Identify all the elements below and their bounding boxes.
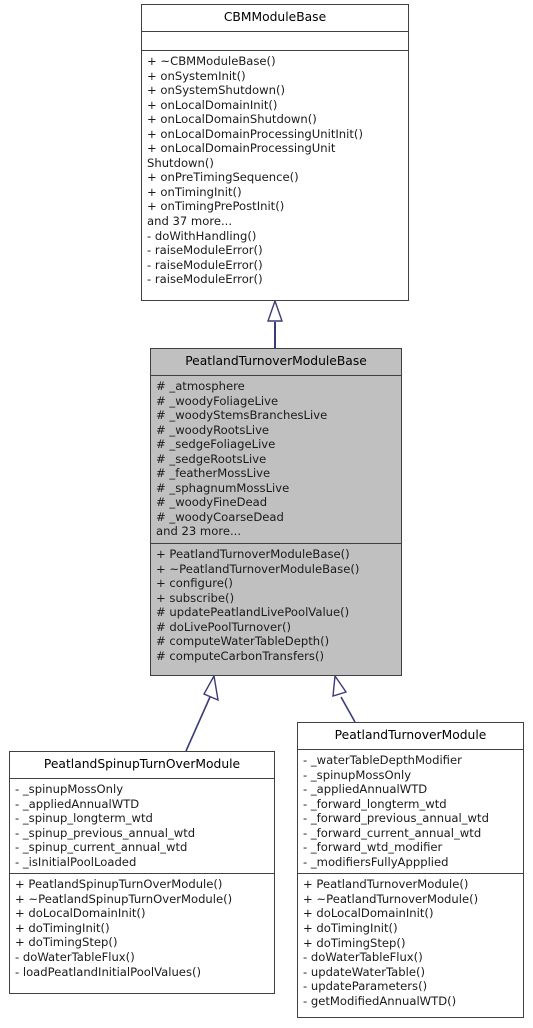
class-methods-cbmmodulebase: + ~CBMModuleBase() + onSystemInit() + on… (142, 51, 408, 291)
class-member: and 23 more... (156, 524, 242, 539)
class-member: + onTimingInit() (147, 184, 242, 199)
class-member: - doWaterTableFlux() (15, 950, 135, 965)
class-member: # computeCarbonTransfers() (156, 648, 325, 663)
class-member: + doLocalDomainInit() (303, 906, 434, 921)
class-member: + onLocalDomainProcessingUnit Shutdown() (147, 141, 336, 170)
class-member: + configure() (156, 576, 233, 591)
class-member: - _waterTableDepthModifier (303, 753, 462, 767)
class-member: # _featherMossLive (156, 466, 271, 481)
class-member: - _spinup_previous_annual_wtd (15, 825, 196, 840)
class-attributes-peatlandturnovermodule: - _waterTableDepthModifier - _spinupMoss… (298, 750, 523, 875)
class-member: - getModifiedAnnualWTD() (303, 993, 457, 1008)
class-member: + onSystemShutdown() (147, 83, 286, 98)
class-member: - _modifiersFullyAppplied (303, 854, 449, 869)
class-member: - _spinup_current_annual_wtd (15, 840, 188, 855)
class-member: + PeatlandTurnoverModule() (303, 877, 469, 892)
edge-peatlandturnovermodulebase-peatlandspinupturnovermodule (185, 673, 219, 752)
class-member: - _appliedAnnualWTD (303, 782, 428, 797)
class-member: - _spinup_longterm_wtd (15, 811, 153, 826)
edge-cbmmodulebase-peatlandturnovermodulebase (267, 298, 283, 348)
class-member: + subscribe() (156, 590, 235, 605)
class-member: # _woodyFineDead (156, 495, 268, 510)
class-node-peatlandturnovermodulebase[interactable]: PeatlandTurnoverModuleBase # _atmosphere… (150, 348, 402, 676)
class-member: # _sedgeFoliageLive (156, 437, 276, 452)
class-member: + ~PeatlandSpinupTurnOverModule() (15, 891, 233, 906)
class-node-peatlandspinupturnovermodule[interactable]: PeatlandSpinupTurnOverModule - _spinupMo… (9, 751, 275, 994)
class-member: - _spinupMossOnly (15, 782, 124, 796)
class-member: # _sphagnumMossLive (156, 480, 290, 495)
class-attributes-cbmmodulebase (142, 32, 408, 51)
class-member: and 37 more... (147, 214, 233, 229)
class-member: + onTimingPrePostInit() (147, 199, 285, 214)
class-member: - _forward_wtd_modifier (303, 840, 443, 855)
class-member: + doTimingInit() (15, 920, 110, 935)
class-methods-peatlandturnovermodulebase: + PeatlandTurnoverModuleBase() + ~Peatla… (151, 544, 401, 667)
class-attributes-peatlandspinupturnovermodule: - _spinupMossOnly - _appliedAnnualWTD - … (10, 779, 274, 875)
class-member: # _woodyFoliageLive (156, 393, 279, 408)
class-member: + onLocalDomainProcessingUnitInit() (147, 126, 363, 141)
class-member: - _forward_current_annual_wtd (303, 825, 482, 840)
class-member: - doWithHandling() (147, 228, 257, 243)
class-title-peatlandturnovermodule: PeatlandTurnoverModule (298, 723, 523, 750)
class-member: + doLocalDomainInit() (15, 906, 146, 921)
class-member: + ~PeatlandTurnoverModule() (303, 891, 479, 906)
class-methods-peatlandturnovermodule: + PeatlandTurnoverModule() + ~PeatlandTu… (298, 874, 523, 1012)
diagram-canvas: CBMModuleBase + ~CBMModuleBase() + onSys… (0, 0, 533, 1028)
class-member: - updateWaterTable() (303, 964, 426, 979)
edge-peatlandturnovermodulebase-peatlandturnovermodule (332, 674, 356, 723)
class-member: - loadPeatlandInitialPoolValues() (15, 964, 202, 979)
class-member: - raiseModuleError() (147, 257, 263, 272)
class-title-peatlandturnovermodulebase: PeatlandTurnoverModuleBase (151, 349, 401, 376)
class-node-cbmmodulebase[interactable]: CBMModuleBase + ~CBMModuleBase() + onSys… (141, 4, 409, 301)
class-member: + onLocalDomainInit() (147, 97, 278, 112)
class-member: # computeWaterTableDepth() (156, 634, 330, 649)
class-member: - raiseModuleError() (147, 272, 263, 287)
class-member: + ~PeatlandTurnoverModuleBase() (156, 561, 360, 576)
class-member: # _woodyStemsBranchesLive (156, 408, 328, 423)
class-attributes-peatlandturnovermodulebase: # _atmosphere # _woodyFoliageLive # _woo… (151, 376, 401, 545)
class-member: + doTimingStep() (15, 935, 118, 950)
class-member: + PeatlandSpinupTurnOverModule() (15, 877, 223, 892)
class-member: # _sedgeRootsLive (156, 451, 267, 466)
class-member: # _woodyCoarseDead (156, 509, 284, 524)
class-member: - updateParameters() (303, 979, 428, 994)
class-member: - raiseModuleError() (147, 243, 263, 258)
class-methods-peatlandspinupturnovermodule: + PeatlandSpinupTurnOverModule() + ~Peat… (10, 874, 274, 983)
class-member: + doTimingInit() (303, 921, 398, 936)
class-member: - doWaterTableFlux() (303, 950, 423, 965)
class-member: # doLivePoolTurnover() (156, 619, 291, 634)
class-title-cbmmodulebase: CBMModuleBase (142, 5, 408, 32)
class-member: - _isInitialPoolLoaded (15, 854, 137, 869)
class-member: + onLocalDomainShutdown() (147, 112, 317, 127)
class-member: + onSystemInit() (147, 68, 246, 83)
class-member: - _forward_longterm_wtd (303, 796, 447, 811)
class-member: # _woodyRootsLive (156, 422, 270, 437)
class-member: + PeatlandTurnoverModuleBase() (156, 547, 350, 562)
class-title-peatlandspinupturnovermodule: PeatlandSpinupTurnOverModule (10, 752, 274, 779)
class-member: + onPreTimingSequence() (147, 170, 299, 185)
class-node-peatlandturnovermodule[interactable]: PeatlandTurnoverModule - _waterTableDept… (297, 722, 524, 1018)
class-member: + doTimingStep() (303, 935, 406, 950)
class-member: # _atmosphere (156, 379, 245, 393)
class-member: # updatePeatlandLivePoolValue() (156, 605, 350, 620)
class-member: - _appliedAnnualWTD (15, 796, 140, 811)
class-member: - _spinupMossOnly (303, 767, 412, 782)
class-member: + ~CBMModuleBase() (147, 54, 276, 68)
class-member: - _forward_previous_annual_wtd (303, 811, 489, 826)
